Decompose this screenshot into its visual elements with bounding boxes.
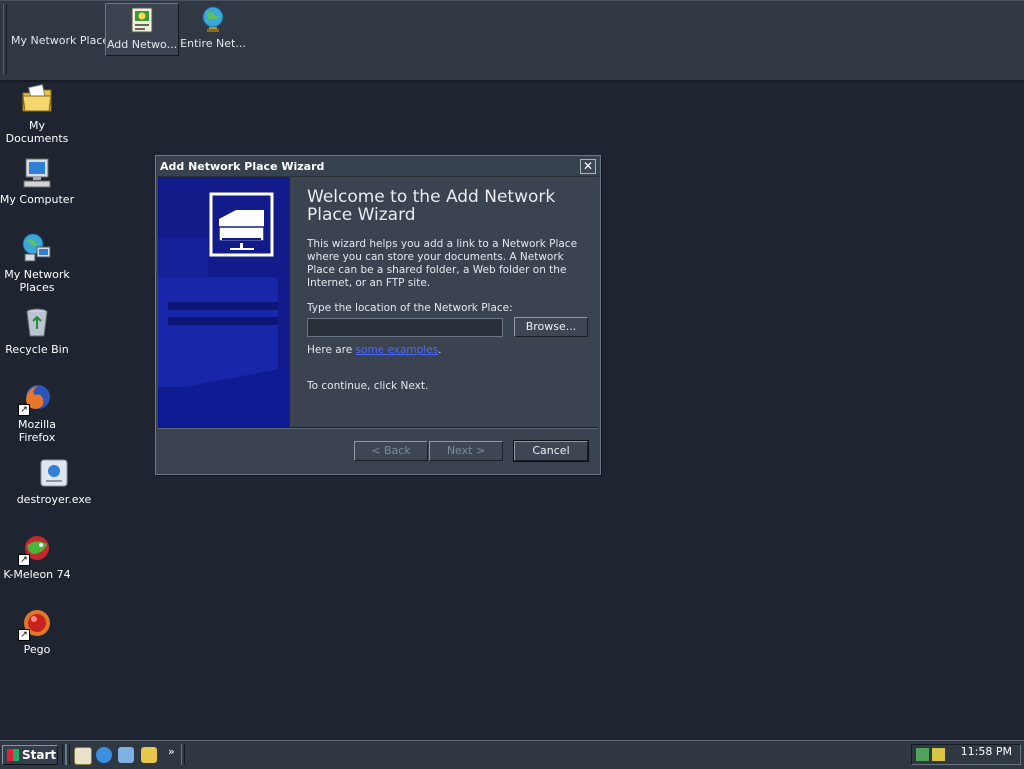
taskbar-grip[interactable] — [181, 744, 185, 765]
desktop-icon-k-meleon[interactable]: ↗ K-Meleon 74 — [0, 532, 75, 581]
browse-button[interactable]: Browse... — [514, 317, 588, 337]
shortcut-arrow-icon: ↗ — [18, 629, 30, 641]
desktop-icon-recycle-bin[interactable]: Recycle Bin — [0, 307, 75, 356]
firefox-icon: ↗ — [18, 382, 53, 416]
documents-folder-icon — [21, 83, 53, 115]
wizard-description: This wizard helps you add a link to a Ne… — [307, 238, 578, 289]
toolbar-grip[interactable] — [3, 4, 7, 74]
close-button[interactable]: ✕ — [580, 159, 596, 174]
back-button[interactable]: < Back — [354, 441, 428, 461]
internet-explorer-icon[interactable] — [96, 747, 112, 763]
examples-text: Here are some examples. — [307, 344, 442, 356]
shortcut-arrow-icon: ↗ — [18, 554, 30, 566]
desktop-icon-my-documents[interactable]: My Documents — [0, 83, 75, 145]
network-tray-icon[interactable] — [916, 748, 929, 761]
pego-icon: ↗ — [18, 607, 53, 641]
add-network-place-icon — [128, 6, 156, 34]
globe-icon — [199, 5, 227, 33]
desktop-icon-label: Mozilla Firefox — [18, 418, 56, 444]
examples-prefix: Here are — [307, 344, 356, 356]
toolbar-address-label: My Network Places — [11, 34, 115, 47]
network-icon[interactable] — [118, 747, 134, 763]
desktop-icon-label: My Network Places — [4, 268, 70, 294]
exe-app-icon — [38, 457, 70, 489]
next-button[interactable]: Next > — [429, 441, 503, 461]
taskbar: Start » 11:58 PM — [0, 740, 1024, 769]
toolbar-item-label: Add Netwo... — [106, 38, 178, 51]
continue-instruction: To continue, click Next. — [307, 380, 429, 392]
security-tray-icon[interactable] — [932, 748, 945, 761]
wizard-heading: Welcome to the Add Network Place Wizard — [307, 187, 556, 225]
quicklaunch-grip[interactable] — [66, 744, 70, 765]
add-network-place-toolbar-button[interactable]: Add Netwo... — [105, 3, 179, 56]
computer-icon — [21, 157, 53, 189]
examples-suffix: . — [438, 344, 442, 356]
add-network-place-wizard-dialog: Add Network Place Wizard ✕ Welcome to th… — [155, 155, 601, 475]
entire-network-toolbar-button[interactable]: Entire Net... — [180, 3, 246, 54]
desktop-icon-label: K-Meleon 74 — [3, 568, 71, 581]
toolbar-item-label: Entire Net... — [180, 37, 246, 50]
desktop-icon-label: My Documents — [5, 119, 69, 145]
desktop-icon-destroyer-exe[interactable]: destroyer.exe — [16, 457, 92, 506]
desktop-icon-label: Pego — [23, 643, 51, 656]
dialog-title: Add Network Place Wizard — [160, 160, 325, 173]
windows-logo-icon — [7, 749, 19, 761]
desktop-icon-label: My Computer — [0, 193, 75, 206]
desktop-icon-pego[interactable]: ↗ Pego — [0, 607, 75, 656]
desktop-icon-my-computer[interactable]: My Computer — [0, 157, 75, 206]
explorer-icon[interactable] — [141, 747, 157, 763]
network-places-toolbar: My Network Places Add Netwo... Entire Ne… — [0, 0, 1024, 82]
close-icon: ✕ — [582, 159, 594, 173]
dialog-titlebar[interactable]: Add Network Place Wizard ✕ — [157, 157, 599, 177]
some-examples-link[interactable]: some examples — [356, 344, 439, 356]
dialog-separator — [158, 427, 598, 429]
start-button[interactable]: Start — [2, 745, 58, 765]
desktop-icon-mozilla-firefox[interactable]: ↗ Mozilla Firefox — [0, 382, 75, 444]
desktop-icon-label: Recycle Bin — [5, 343, 69, 356]
k-meleon-icon: ↗ — [18, 532, 53, 566]
location-label: Type the location of the Network Place: — [307, 302, 513, 314]
quicklaunch-chevron-icon[interactable]: » — [168, 745, 175, 758]
desktop-icon-my-network-places[interactable]: My Network Places — [0, 232, 75, 294]
start-label: Start — [22, 748, 57, 762]
wizard-content-pane: Welcome to the Add Network Place Wizard … — [290, 177, 599, 427]
clock[interactable]: 11:58 PM — [961, 745, 1012, 758]
show-desktop-icon[interactable] — [74, 747, 92, 765]
wizard-side-graphic — [158, 177, 290, 427]
desktop-icon-label: destroyer.exe — [16, 493, 92, 506]
network-places-icon — [21, 232, 53, 264]
recycle-bin-icon — [21, 307, 53, 339]
network-location-input[interactable] — [307, 318, 503, 337]
cancel-button[interactable]: Cancel — [513, 440, 589, 462]
shortcut-arrow-icon: ↗ — [18, 404, 30, 416]
